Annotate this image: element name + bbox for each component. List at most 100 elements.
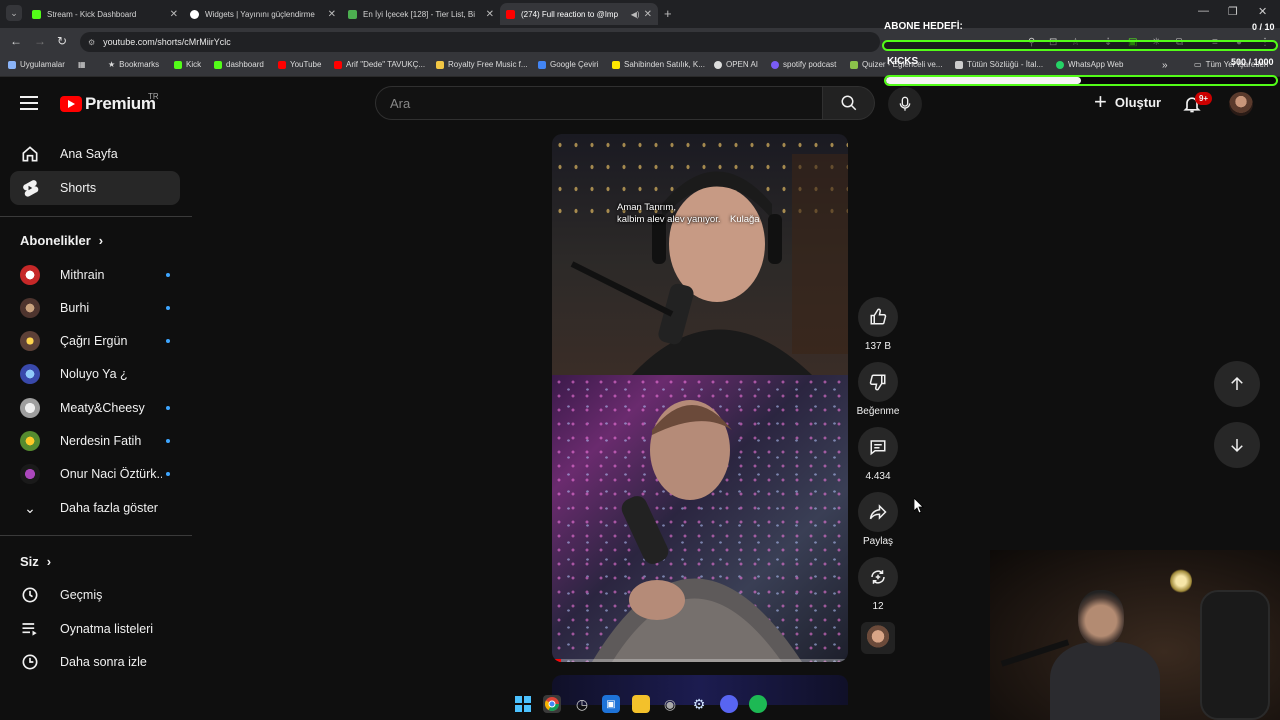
new-content-dot — [166, 339, 170, 343]
steam-icon[interactable]: ⚙ — [690, 695, 708, 713]
close-tab-icon[interactable]: ✕ — [170, 9, 178, 20]
more-bookmarks-button[interactable]: » — [1162, 60, 1168, 71]
channel-avatar — [20, 331, 40, 351]
tierlist-favicon — [348, 9, 357, 19]
clock-app-icon[interactable]: ◷ — [573, 695, 591, 713]
account-avatar[interactable] — [1229, 92, 1253, 116]
comments-button[interactable] — [858, 427, 898, 467]
subscription-item[interactable]: Çağrı Ergün — [20, 328, 170, 354]
subscription-item[interactable]: Nerdesin Fatih — [20, 428, 170, 454]
restore-icon[interactable]: ❐ — [1228, 5, 1238, 18]
video-person-bottom — [592, 400, 802, 662]
close-tab-icon[interactable]: ✕ — [486, 9, 494, 20]
caption-side-text: Kulağa — [730, 214, 760, 225]
search-button[interactable] — [823, 86, 875, 120]
video-progress-bar[interactable] — [552, 659, 848, 662]
dislike-button[interactable] — [858, 362, 898, 402]
like-button[interactable] — [858, 297, 898, 337]
home-icon — [19, 143, 41, 165]
shorts-video-player[interactable]: Aman Tanrım, kalbim alev alev yanıyor. K… — [552, 134, 848, 662]
forward-icon[interactable]: → — [34, 34, 46, 48]
bookmark-label: dashboard — [226, 60, 264, 69]
show-more-button[interactable]: ⌄ Daha fazla göster — [20, 495, 170, 521]
subscription-item[interactable]: Noluyo Ya ¿ — [20, 361, 170, 387]
subscription-item[interactable]: Mithrain — [20, 262, 170, 288]
create-button[interactable]: + Oluştur — [1094, 91, 1162, 113]
sidebar-item-playlists[interactable]: Oynatma listeleri — [10, 612, 180, 646]
minimize-icon[interactable]: — — [1198, 5, 1209, 17]
subscription-item[interactable]: Meaty&Cheesy — [20, 395, 170, 421]
new-tab-button[interactable]: + — [664, 6, 672, 21]
sidebar-item-home[interactable]: Ana Sayfa — [10, 137, 180, 171]
bookmark-label: Sahibinden Satılık, K... — [624, 60, 705, 69]
chrome-icon[interactable] — [543, 695, 561, 713]
you-header[interactable]: Siz › — [20, 554, 51, 569]
bookmark-openai[interactable]: OPEN AI — [714, 60, 758, 69]
next-short-button[interactable] — [1214, 422, 1260, 468]
subscription-item[interactable]: Burhi — [20, 295, 170, 321]
bookmark-whatsapp[interactable]: WhatsApp Web — [1056, 60, 1123, 69]
like-count: 137 B — [864, 341, 892, 352]
discord-icon[interactable] — [720, 695, 738, 713]
reload-icon[interactable]: ↻ — [57, 34, 67, 48]
bookmark-arif[interactable]: Arif "Dede" TAVUKÇ... — [334, 60, 425, 69]
channel-thumbnail[interactable] — [861, 622, 895, 654]
bookmark-spotify[interactable]: spotify podcast — [771, 60, 836, 69]
youtube-premium-logo[interactable]: Premium — [60, 94, 156, 114]
bookmark-royalty[interactable]: Royalty Free Music f... — [436, 60, 528, 69]
new-content-dot — [166, 472, 170, 476]
spotify-icon[interactable] — [749, 695, 767, 713]
file-explorer-icon[interactable] — [632, 695, 650, 713]
bookmark-translate[interactable]: Google Çeviri — [538, 60, 598, 69]
sub-goal-bar — [882, 40, 1278, 51]
tab-search-button[interactable]: ⌄ — [6, 5, 22, 21]
sidebar-item-history[interactable]: Geçmiş — [10, 578, 180, 612]
speaker-icon[interactable]: ◀) — [631, 10, 640, 19]
channel-avatar — [20, 398, 40, 418]
bookmark-folder[interactable]: ★ Bookmarks — [108, 60, 159, 69]
share-button[interactable] — [858, 492, 898, 532]
obs-icon[interactable]: ◉ — [661, 695, 679, 713]
site-info-icon[interactable]: ⚙ — [88, 38, 95, 47]
close-window-icon[interactable]: ✕ — [1258, 5, 1267, 18]
bookmark-dashboard[interactable]: dashboard — [214, 60, 264, 69]
close-tab-icon[interactable]: ✕ — [644, 9, 652, 20]
streamer-head — [1078, 590, 1124, 646]
create-label: Oluştur — [1114, 94, 1162, 110]
tab-youtube-short[interactable]: (274) Full reaction to @Imp ◀) ✕ — [500, 3, 658, 25]
subscriptions-header[interactable]: Abonelikler › — [20, 233, 103, 248]
url-field[interactable]: ⚙ youtube.com/shorts/cMrMiirYclc — [80, 32, 880, 52]
tab-widgets[interactable]: Widgets | Yayınını güçlendirme ✕ — [184, 3, 342, 25]
grid-icon[interactable]: ▦ — [78, 60, 86, 69]
bookmark-sahibinden[interactable]: Sahibinden Satılık, K... — [612, 60, 705, 69]
search-input[interactable]: Ara — [375, 86, 823, 120]
subscription-item[interactable]: Onur Naci Öztürk... — [20, 461, 170, 487]
channel-avatar — [20, 431, 40, 451]
sidebar-item-watch-later[interactable]: Daha sonra izle — [10, 645, 180, 679]
guide-menu-icon[interactable] — [20, 96, 38, 114]
close-tab-icon[interactable]: ✕ — [328, 9, 336, 20]
bookmark-apps[interactable]: Uygulamalar — [8, 60, 65, 69]
previous-short-button[interactable] — [1214, 361, 1260, 407]
kick-icon — [174, 60, 182, 69]
video-person-top — [570, 154, 848, 375]
streamer-webcam — [990, 550, 1280, 720]
bookmark-tutun[interactable]: Tütün Sözlüğü - İtal... — [955, 60, 1043, 69]
bookmark-label: Tütün Sözlüğü - İtal... — [967, 60, 1044, 69]
arrow-down-icon — [1231, 439, 1243, 453]
tab-kick-dashboard[interactable]: Stream - Kick Dashboard ✕ — [26, 3, 184, 25]
store-icon[interactable]: ▣ — [602, 695, 620, 713]
channel-name: Nerdesin Fatih — [60, 434, 142, 448]
windows-start-icon[interactable] — [514, 695, 532, 713]
screen: ⌄ Stream - Kick Dashboard ✕ Widgets | Ya… — [0, 0, 1280, 720]
remix-button[interactable] — [858, 557, 898, 597]
back-icon[interactable]: ← — [10, 34, 22, 48]
bookmark-label: WhatsApp Web — [1068, 60, 1124, 69]
bookmark-youtube[interactable]: YouTube — [278, 60, 321, 69]
microphone-icon — [899, 96, 911, 111]
sidebar-item-shorts[interactable]: Shorts — [10, 171, 180, 205]
tab-tier-list[interactable]: En İyi İçecek [128] - Tier List, Bi ✕ — [342, 3, 500, 25]
bookmark-kick[interactable]: Kick — [174, 60, 201, 69]
youtube-icon — [334, 60, 342, 69]
voice-search-button[interactable] — [888, 87, 922, 121]
